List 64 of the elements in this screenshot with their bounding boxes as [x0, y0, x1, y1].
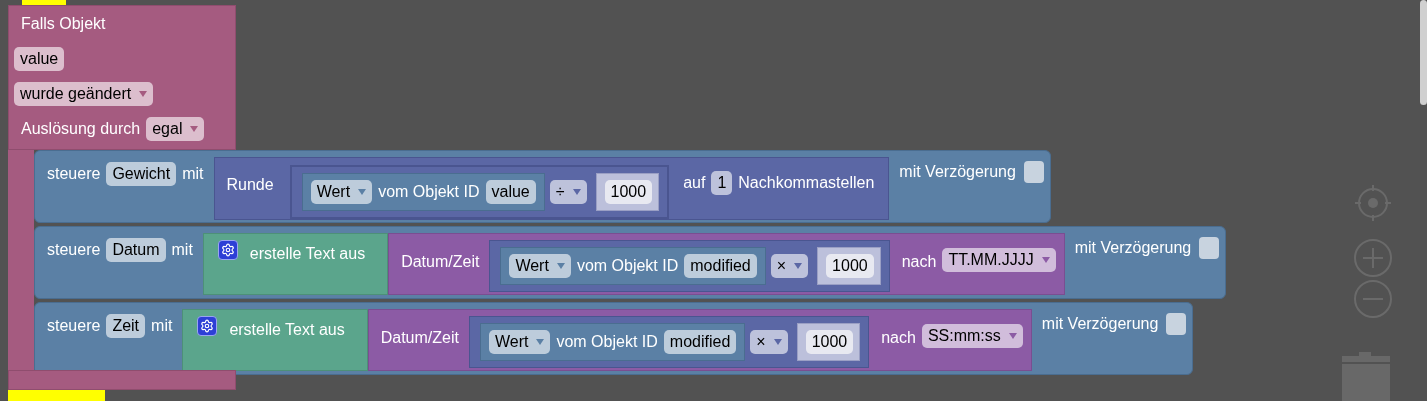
- block-label: mit Verzögerung: [1074, 238, 1192, 258]
- dropdown-arrow-icon: [536, 339, 545, 345]
- object-id-field[interactable]: value: [14, 47, 65, 71]
- block-label: vom Objekt ID: [556, 332, 658, 352]
- dropdown-arrow-icon: [572, 189, 581, 195]
- block-label: Runde: [226, 175, 274, 195]
- zoom-out-icon[interactable]: [1353, 279, 1393, 319]
- block-label: erstelle Text aus: [249, 244, 366, 264]
- block-label: Datum/Zeit: [380, 328, 459, 348]
- number-field[interactable]: 1000: [805, 330, 854, 354]
- block-label: steuere: [47, 240, 101, 260]
- dropdown-arrow-icon: [773, 339, 782, 345]
- delay-checkbox[interactable]: [1023, 161, 1044, 183]
- dropdown-arrow-icon: [794, 263, 803, 269]
- block-label: Nachkommastellen: [738, 173, 875, 193]
- block-label: mit: [151, 316, 173, 336]
- dropdown-arrow-icon: [190, 126, 199, 132]
- state-field[interactable]: Zeit: [106, 314, 146, 338]
- decimal-places-field[interactable]: 1: [711, 171, 733, 195]
- block-label: steuere: [47, 316, 101, 336]
- format-dropdown[interactable]: SS:mm:ss: [921, 324, 1023, 348]
- block-label: erstelle Text aus: [229, 320, 345, 340]
- zoom-in-icon[interactable]: [1353, 238, 1393, 278]
- block-label: nach: [901, 252, 937, 272]
- dropdown-arrow-icon: [1008, 333, 1017, 339]
- block-label: mit Verzögerung: [899, 162, 1016, 182]
- operator-dropdown[interactable]: ×: [750, 330, 788, 354]
- block-label: mit: [182, 164, 204, 184]
- gear-icon[interactable]: [217, 240, 238, 260]
- delay-checkbox[interactable]: [1199, 237, 1220, 259]
- state-field[interactable]: Gewicht: [106, 162, 177, 186]
- block-label: mit Verzögerung: [1041, 314, 1159, 334]
- block-label: steuere: [47, 164, 101, 184]
- operator-dropdown[interactable]: ÷: [549, 180, 587, 204]
- block-label: Datum/Zeit: [401, 252, 480, 272]
- format-dropdown[interactable]: TT.MM.JJJJ: [942, 248, 1056, 272]
- dropdown-arrow-icon: [556, 263, 565, 269]
- block-label: Auslösung durch: [21, 119, 141, 139]
- block-label: vom Objekt ID: [576, 256, 679, 276]
- number-field[interactable]: 1000: [826, 254, 874, 278]
- property-dropdown[interactable]: Wert: [488, 330, 551, 354]
- property-dropdown[interactable]: Wert: [310, 180, 373, 204]
- block-label: mit: [171, 240, 193, 260]
- dropdown-arrow-icon: [139, 91, 148, 97]
- object-id-field[interactable]: value: [485, 180, 536, 204]
- block-label: vom Objekt ID: [378, 182, 480, 202]
- object-id-field[interactable]: modified: [663, 330, 737, 354]
- object-id-field[interactable]: modified: [684, 254, 757, 278]
- property-dropdown[interactable]: Wert: [509, 254, 571, 278]
- scrollbar[interactable]: [1420, 0, 1427, 105]
- block-label: nach: [881, 328, 916, 348]
- gear-icon[interactable]: [197, 316, 218, 336]
- selection-highlight: [22, 0, 66, 5]
- block-title: Falls Objekt: [20, 14, 106, 34]
- condition-dropdown[interactable]: wurde geändert: [14, 82, 154, 106]
- number-field[interactable]: 1000: [604, 180, 653, 204]
- operator-dropdown[interactable]: ×: [770, 254, 809, 278]
- dropdown-arrow-icon: [1041, 257, 1050, 263]
- block-label: auf: [683, 173, 706, 193]
- state-field[interactable]: Datum: [106, 238, 166, 262]
- recenter-icon[interactable]: [1353, 183, 1393, 223]
- trigger-dropdown[interactable]: egal: [146, 117, 205, 141]
- dropdown-arrow-icon: [358, 189, 367, 195]
- delay-checkbox[interactable]: [1166, 313, 1187, 335]
